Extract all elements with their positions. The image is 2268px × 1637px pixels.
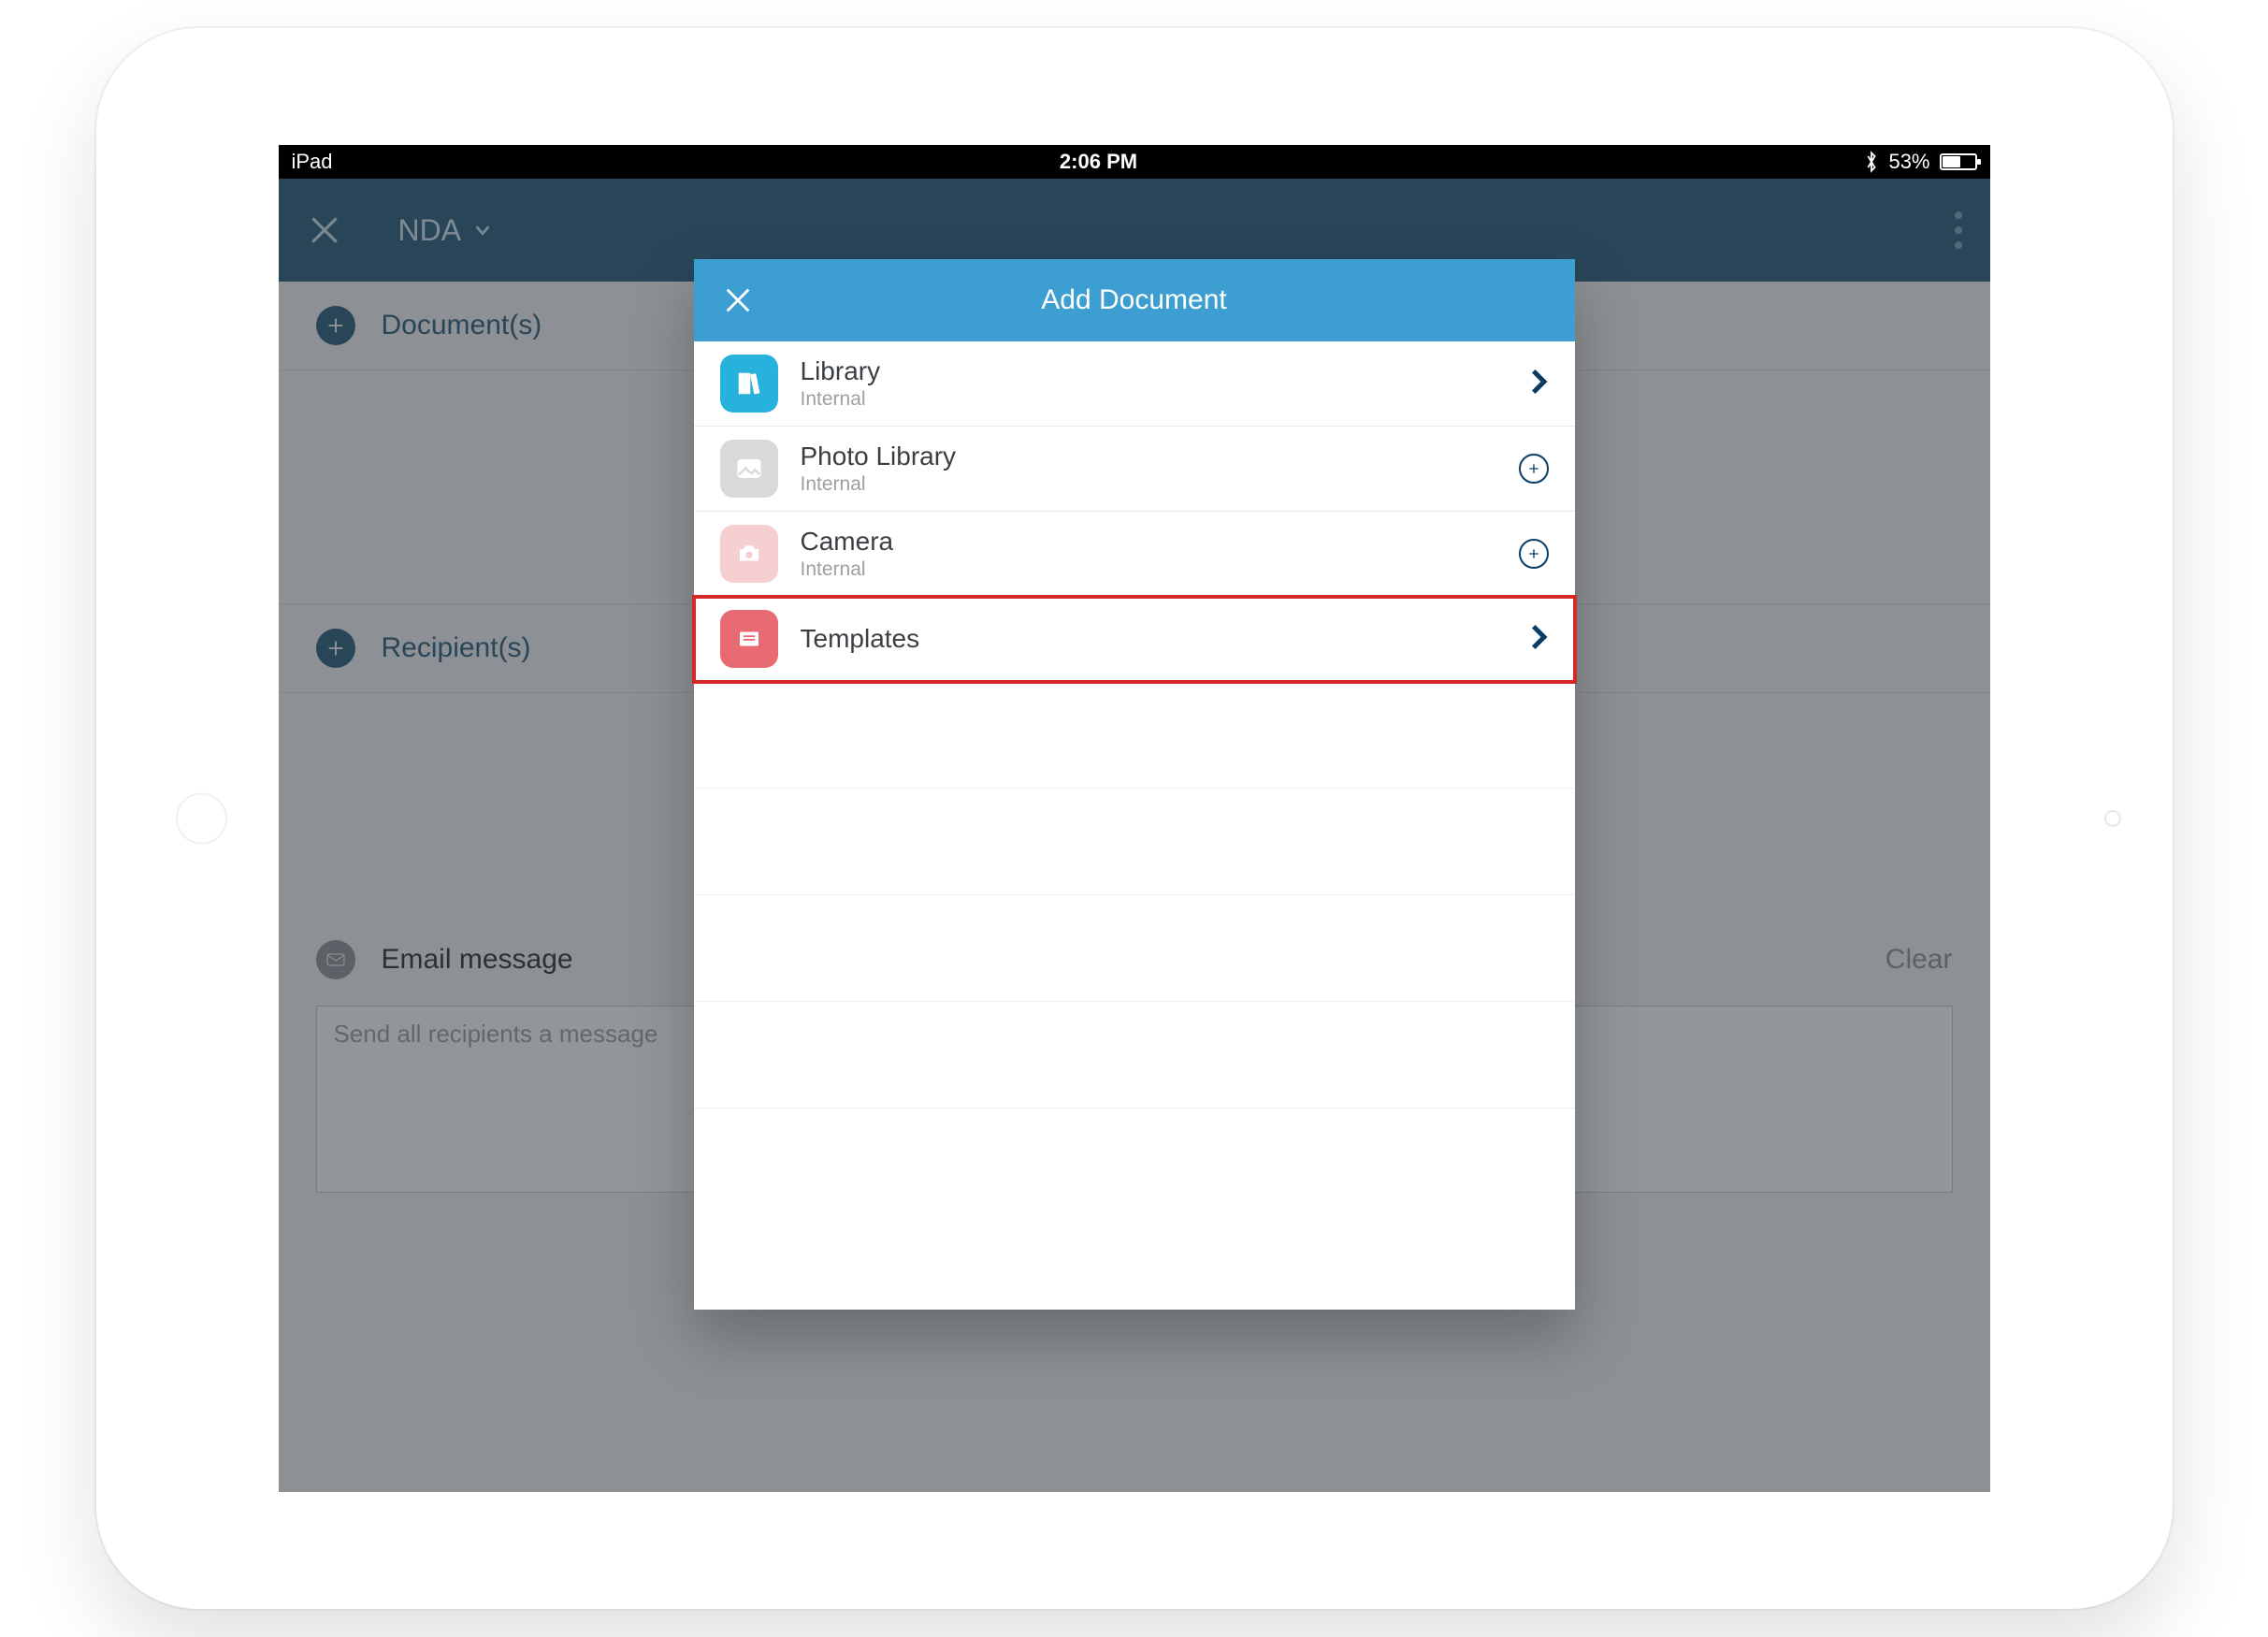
device-camera — [176, 793, 227, 845]
photo-icon — [720, 440, 778, 498]
add-document-modal: Add Document Library Internal — [694, 259, 1575, 1310]
battery-icon — [1940, 153, 1977, 170]
status-device: iPad — [292, 150, 333, 174]
option-library[interactable]: Library Internal — [694, 341, 1575, 427]
add-icon — [1519, 539, 1549, 569]
option-sub: Internal — [801, 473, 957, 496]
empty-row — [694, 895, 1575, 1002]
chevron-right-icon — [1530, 368, 1549, 400]
modal-title: Add Document — [1041, 284, 1226, 316]
status-time: 2:06 PM — [1060, 150, 1137, 174]
status-battery-pct: 53% — [1888, 150, 1929, 174]
modal-header: Add Document — [694, 259, 1575, 341]
option-title: Camera — [801, 527, 894, 557]
add-icon — [1519, 454, 1549, 484]
modal-body: Library Internal Photo Library Internal — [694, 341, 1575, 1310]
status-right: 53% — [1864, 150, 1976, 174]
empty-row — [694, 789, 1575, 895]
empty-row — [694, 1108, 1575, 1215]
option-photo-library[interactable]: Photo Library Internal — [694, 427, 1575, 512]
template-icon — [720, 610, 778, 668]
chevron-right-icon — [1530, 623, 1549, 656]
option-sub: Internal — [801, 388, 881, 411]
option-templates[interactable]: Templates — [694, 597, 1575, 682]
empty-row — [694, 1002, 1575, 1108]
status-bar: iPad 2:06 PM 53% — [279, 145, 1990, 179]
bluetooth-icon — [1864, 151, 1879, 173]
option-title: Library — [801, 356, 881, 386]
screen: iPad 2:06 PM 53% NDA — [279, 145, 1990, 1492]
option-title: Templates — [801, 624, 920, 654]
option-title: Photo Library — [801, 442, 957, 471]
option-sub: Internal — [801, 558, 894, 581]
empty-row — [694, 682, 1575, 789]
camera-icon — [720, 525, 778, 583]
ipad-device-frame: iPad 2:06 PM 53% NDA — [96, 28, 2173, 1609]
device-home-button — [2104, 810, 2121, 827]
modal-close-icon[interactable] — [722, 284, 754, 316]
library-icon — [720, 355, 778, 413]
option-camera[interactable]: Camera Internal — [694, 512, 1575, 597]
